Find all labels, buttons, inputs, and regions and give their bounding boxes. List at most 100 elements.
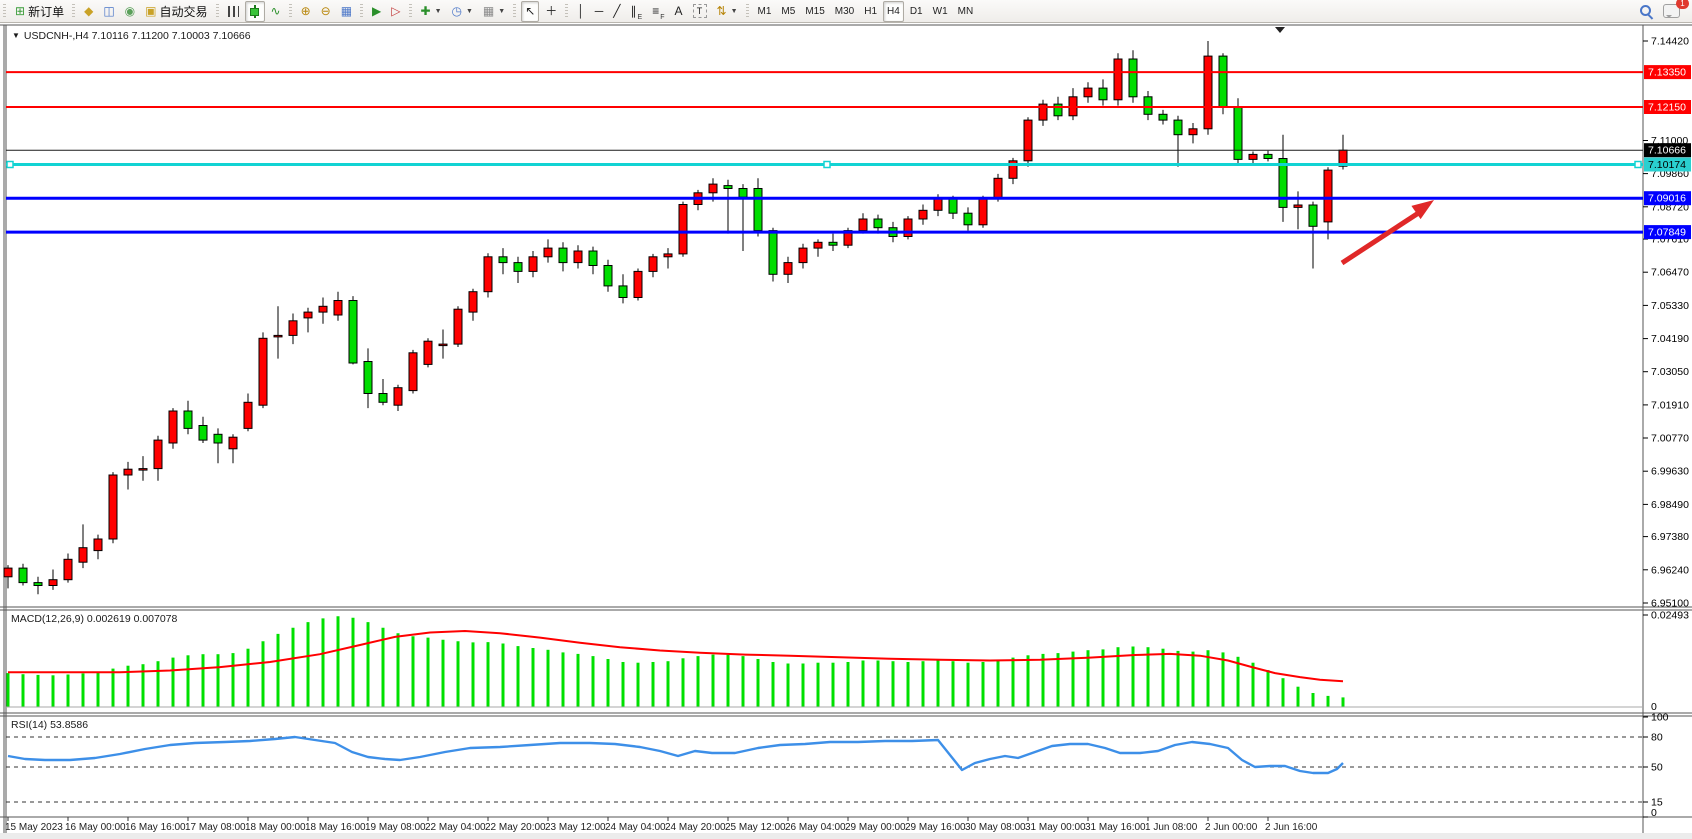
timeframe-d1-button[interactable]: D1 <box>906 1 927 22</box>
candle-body <box>124 469 132 475</box>
autotrading-button-label: 自动交易 <box>159 3 207 20</box>
timeframe-h4-button[interactable]: H4 <box>883 1 904 22</box>
fibonacci-button[interactable]: ≡F <box>648 1 668 22</box>
candle-body <box>1204 56 1212 129</box>
price-tick-label: 7.00770 <box>1651 433 1689 445</box>
timeframe-m5-button[interactable]: M5 <box>777 1 799 22</box>
candle-body <box>214 434 222 443</box>
candlestick-chart-button[interactable] <box>245 1 265 22</box>
timeframe-mn-button[interactable]: MN <box>954 1 978 22</box>
chevron-down-icon: ▼ <box>731 8 738 15</box>
trendline-button[interactable]: ╱ <box>609 1 624 22</box>
rsi-scale-label: 50 <box>1651 762 1663 774</box>
chart-background[interactable] <box>0 23 1692 839</box>
cursor-icon: ↖ <box>525 4 535 18</box>
tile-windows-button[interactable]: ▦ <box>337 1 356 22</box>
candle-body <box>664 254 672 257</box>
timeframe-label: M5 <box>781 6 795 17</box>
candle-body <box>814 242 822 248</box>
arrows-button[interactable]: ⇅▼ <box>713 1 742 22</box>
time-tick-label: 2 Jun 00:00 <box>1205 822 1258 833</box>
chart-collapse-icon[interactable]: ▼ <box>12 31 20 40</box>
zoom-in-button[interactable]: ⊕ <box>297 1 315 22</box>
horizontal-line-button[interactable]: ─ <box>591 1 608 22</box>
zoom-out-button[interactable]: ⊖ <box>317 1 335 22</box>
chevron-down-icon: ▼ <box>498 8 505 15</box>
timeframe-h1-button[interactable]: H1 <box>860 1 881 22</box>
chat-button[interactable]: 1 <box>1659 1 1684 22</box>
time-tick-label: 18 May 00:00 <box>245 822 306 833</box>
timeframe-label: H4 <box>887 6 900 17</box>
candle-body <box>319 306 327 312</box>
candle-body <box>574 251 582 263</box>
candle-body <box>439 344 447 346</box>
candle-body <box>754 189 762 231</box>
mt4-application-window: ⊞新订单◆◫◉▣自动交易∿⊕⊖▦▶▷✚▼◷▼▦▼↖＋│─╱∥E≡FAT⇅▼M1M… <box>0 0 1692 839</box>
timeframe-m15-button[interactable]: M15 <box>801 1 828 22</box>
candle-body <box>154 440 162 469</box>
new-order-button[interactable]: ⊞新订单 <box>11 1 68 22</box>
templates-button[interactable]: ▦▼ <box>479 1 509 22</box>
line-drag-handle[interactable] <box>1635 162 1641 168</box>
auto-scroll-button[interactable]: ▶ <box>368 1 385 22</box>
candle-body <box>514 263 522 272</box>
macd-indicator-label: MACD(12,26,9) 0.002619 0.007078 <box>11 613 177 625</box>
chart-shift-button[interactable]: ▷ <box>387 1 404 22</box>
chevron-down-icon: ▼ <box>435 8 442 15</box>
rsi-scale-label: 80 <box>1651 732 1663 744</box>
candle-body <box>454 309 462 344</box>
timeframe-label: M30 <box>835 6 854 17</box>
line-drag-handle[interactable] <box>7 162 13 168</box>
search-icon <box>1639 4 1653 18</box>
toolbar-grip <box>3 4 6 19</box>
periods-button[interactable]: ◷▼ <box>448 1 477 22</box>
toolbar-grip <box>513 4 516 19</box>
candle-body <box>19 568 27 583</box>
cursor-button[interactable]: ↖ <box>521 1 539 22</box>
search-button[interactable] <box>1635 1 1657 22</box>
indicators-button[interactable]: ✚▼ <box>417 1 446 22</box>
candle-body <box>619 286 627 298</box>
data-window-button[interactable]: ◫ <box>99 1 118 22</box>
toolbar-grip <box>72 4 75 19</box>
navigator-button[interactable]: ◉ <box>121 1 139 22</box>
chart-canvas[interactable]: 7.144207.110007.098607.087207.076107.064… <box>0 23 1692 839</box>
templates-icon: ▦ <box>483 4 494 18</box>
timeframe-m1-button[interactable]: M1 <box>754 1 776 22</box>
line-drag-handle[interactable] <box>824 162 830 168</box>
candle-body <box>1324 170 1332 222</box>
chart-shift-icon: ▷ <box>391 4 400 18</box>
price-tick-label: 6.95100 <box>1651 598 1689 610</box>
candle-body <box>199 426 207 441</box>
candle-body <box>859 219 867 231</box>
new-order-button-label: 新订单 <box>28 3 64 20</box>
line-chart-icon: ∿ <box>271 4 281 18</box>
price-line-label: 7.12150 <box>1648 102 1686 114</box>
timeframe-w1-button[interactable]: W1 <box>929 1 952 22</box>
vertical-line-button[interactable]: │ <box>573 1 589 22</box>
text-label-button[interactable]: T <box>689 1 711 22</box>
rsi-scale-label: 100 <box>1651 712 1669 724</box>
candle-body <box>544 248 552 257</box>
zoom-in-icon: ⊕ <box>301 4 311 18</box>
text-icon: A <box>675 4 683 18</box>
channel-button[interactable]: ∥E <box>627 1 647 22</box>
candle-body <box>499 257 507 263</box>
price-line-label: 7.10174 <box>1648 159 1686 171</box>
price-tick-label: 7.06470 <box>1651 267 1689 279</box>
text-button[interactable]: A <box>671 1 687 22</box>
market-watch-button[interactable]: ◆ <box>80 1 97 22</box>
chart-header-text: USDCNH-,H4 7.10116 7.11200 7.10003 7.106… <box>24 30 251 42</box>
line-chart-button[interactable]: ∿ <box>267 1 285 22</box>
trendline-icon: ╱ <box>613 4 620 18</box>
candle-body <box>949 199 957 214</box>
price-tick-label: 7.03050 <box>1651 366 1689 378</box>
bars-chart-button[interactable] <box>224 1 243 22</box>
chart-header: ▼ USDCNH-,H4 7.10116 7.11200 7.10003 7.10… <box>12 30 251 42</box>
autotrading-button[interactable]: ▣自动交易 <box>141 1 211 22</box>
timeframe-m30-button[interactable]: M30 <box>831 1 858 22</box>
channel-icon: ∥ <box>631 4 637 18</box>
time-tick-label: 30 May 08:00 <box>965 822 1026 833</box>
candle-body <box>1114 59 1122 100</box>
crosshair-button[interactable]: ＋ <box>541 1 561 22</box>
